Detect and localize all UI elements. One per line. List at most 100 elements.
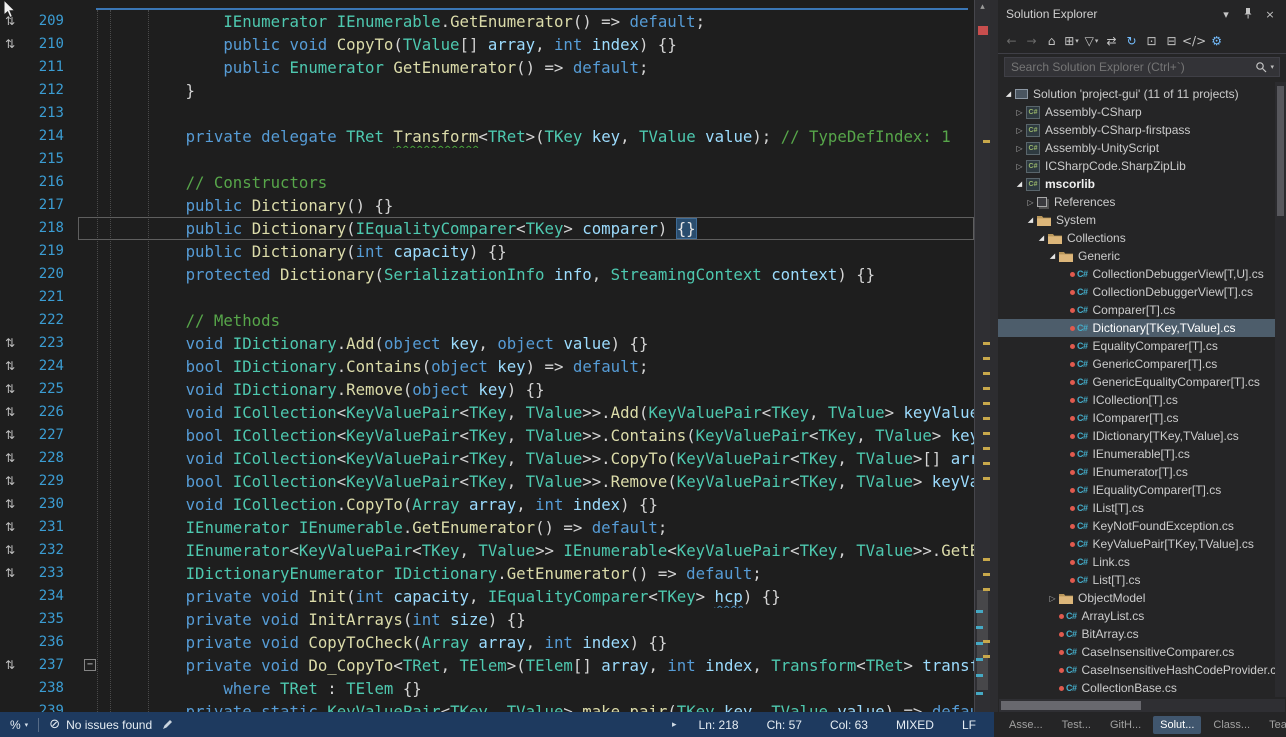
tree-horizontal-scrollbar[interactable] — [999, 699, 1285, 712]
implements-glyph-icon[interactable]: ⇅ — [0, 401, 20, 424]
line-text[interactable] — [78, 102, 974, 125]
tree-item[interactable]: C#BitArray.cs — [998, 625, 1286, 643]
eol-indicator[interactable]: LF — [962, 718, 976, 732]
column-indicator[interactable]: Col: 63 — [830, 718, 868, 732]
tree-item[interactable]: C#CaseInsensitiveHashCodeProvider.cs — [998, 661, 1286, 679]
tree-item[interactable]: ◢Solution 'project-gui' (11 of 11 projec… — [998, 85, 1286, 103]
tree-item[interactable]: ▷C#ICSharpCode.SharpZipLib — [998, 157, 1286, 175]
tree-expander-icon[interactable]: ▷ — [1013, 126, 1026, 135]
switch-views-icon[interactable]: ⊞▾ — [1062, 31, 1081, 51]
code-pane[interactable]: ⇅209 IEnumerator IEnumerable.GetEnumerat… — [0, 0, 974, 712]
line-text[interactable]: public Dictionary(int capacity) {} — [78, 240, 974, 263]
line-text[interactable]: private void CopyToCheck(Array array, in… — [78, 631, 974, 654]
tree-horizontal-thumb[interactable] — [1001, 701, 1141, 710]
view-code-icon[interactable]: </> — [1182, 31, 1206, 51]
tree-expander-icon[interactable]: ▷ — [1013, 144, 1026, 153]
code-line[interactable]: ⇅225 void IDictionary.Remove(object key)… — [0, 378, 974, 401]
implements-glyph-icon[interactable]: ⇅ — [0, 424, 20, 447]
line-text[interactable]: private void Init(int capacity, IEqualit… — [78, 585, 974, 608]
search-box[interactable]: ▾ — [1004, 57, 1280, 77]
tree-item[interactable]: C#KeyNotFoundException.cs — [998, 517, 1286, 535]
tree-expander-icon[interactable]: ▷ — [1046, 594, 1059, 603]
tree-item[interactable]: ◢System — [998, 211, 1286, 229]
zoom-control[interactable]: % ▾ — [10, 718, 28, 732]
code-line[interactable]: 238 where TRet : TElem {} — [0, 677, 974, 700]
tree-item[interactable]: C#Link.cs — [998, 553, 1286, 571]
code-line[interactable]: 221 — [0, 286, 974, 309]
line-text[interactable]: bool IDictionary.Contains(object key) =>… — [78, 355, 974, 378]
tree-expander-icon[interactable]: ◢ — [1035, 234, 1048, 242]
code-line[interactable]: ⇅209 IEnumerator IEnumerable.GetEnumerat… — [0, 10, 974, 33]
pin-icon[interactable] — [1240, 7, 1256, 22]
close-icon[interactable]: × — [1262, 8, 1278, 21]
status-expander-icon[interactable]: ▸ — [672, 720, 677, 730]
implements-glyph-icon[interactable]: ⇅ — [0, 539, 20, 562]
line-text[interactable]: IEnumerator<KeyValuePair<TKey, TValue>> … — [78, 539, 974, 562]
tree-item[interactable]: C#GenericEqualityComparer[T].cs — [998, 373, 1286, 391]
code-line[interactable]: 222 // Methods — [0, 309, 974, 332]
line-text[interactable]: void ICollection.CopyTo(Array array, int… — [78, 493, 974, 516]
tool-tab-class[interactable]: Class... — [1206, 716, 1257, 734]
tree-item[interactable]: C#CollectionDebuggerView[T].cs — [998, 283, 1286, 301]
line-text[interactable]: public Dictionary() {} — [78, 194, 974, 217]
line-text[interactable]: private delegate TRet Transform<TRet>(TK… — [78, 125, 974, 148]
panel-splitter[interactable] — [990, 0, 998, 712]
code-line[interactable]: 234 private void Init(int capacity, IEqu… — [0, 585, 974, 608]
line-text[interactable] — [78, 148, 974, 171]
tree-item[interactable]: C#IComparer[T].cs — [998, 409, 1286, 427]
line-text[interactable]: public void CopyTo(TValue[] array, int i… — [78, 33, 974, 56]
line-text[interactable]: − private void Do_CopyTo<TRet, TElem>(TE… — [78, 654, 974, 677]
tree-item[interactable]: ▷C#Assembly-UnityScript — [998, 139, 1286, 157]
tool-tab-gith[interactable]: GitH... — [1103, 716, 1148, 734]
scroll-up-icon[interactable]: ▴ — [975, 2, 990, 12]
tree-item[interactable]: ▷C#Assembly-CSharp — [998, 103, 1286, 121]
tree-expander-icon[interactable]: ◢ — [1002, 90, 1015, 98]
tree-expander-icon[interactable]: ▷ — [1013, 108, 1026, 117]
code-line[interactable]: ⇅227 bool ICollection<KeyValuePair<TKey,… — [0, 424, 974, 447]
code-line[interactable]: ⇅237− private void Do_CopyTo<TRet, TElem… — [0, 654, 974, 677]
tree-item[interactable]: ▷References — [998, 193, 1286, 211]
tree-expander-icon[interactable]: ◢ — [1013, 180, 1026, 188]
fold-collapse-box[interactable]: − — [84, 659, 96, 671]
line-text[interactable]: void ICollection<KeyValuePair<TKey, TVal… — [78, 447, 974, 470]
tree-item[interactable]: C#List[T].cs — [998, 571, 1286, 589]
line-text[interactable]: private static KeyValuePair<TKey, TValue… — [78, 700, 974, 712]
tree-item[interactable]: C#ArrayList.cs — [998, 607, 1286, 625]
code-line[interactable]: 213 — [0, 102, 974, 125]
implements-glyph-icon[interactable]: ⇅ — [0, 493, 20, 516]
home-icon[interactable]: ⌂ — [1042, 31, 1061, 51]
code-line[interactable]: ⇅229 bool ICollection<KeyValuePair<TKey,… — [0, 470, 974, 493]
code-line[interactable]: 236 private void CopyToCheck(Array array… — [0, 631, 974, 654]
tool-tab-solut[interactable]: Solut... — [1153, 716, 1201, 734]
tool-tab-tea[interactable]: Tea... — [1262, 716, 1286, 734]
code-line[interactable]: 211 public Enumerator GetEnumerator() =>… — [0, 56, 974, 79]
code-line[interactable]: ⇅226 void ICollection<KeyValuePair<TKey,… — [0, 401, 974, 424]
nav-forward-icon[interactable]: → — [1022, 31, 1041, 51]
line-text[interactable]: void IDictionary.Add(object key, object … — [78, 332, 974, 355]
code-line[interactable]: 212 } — [0, 79, 974, 102]
search-icon[interactable]: ▾ — [1255, 61, 1279, 73]
line-text[interactable]: // Constructors — [78, 171, 974, 194]
code-line[interactable]: ⇅210 public void CopyTo(TValue[] array, … — [0, 33, 974, 56]
window-menu-icon[interactable]: ▾ — [1218, 8, 1234, 21]
implements-glyph-icon[interactable]: ⇅ — [0, 562, 20, 585]
tree-item[interactable]: ▷ObjectModel — [998, 589, 1286, 607]
tree-expander-icon[interactable]: ▷ — [1024, 198, 1037, 207]
line-text[interactable]: IEnumerator IEnumerable.GetEnumerator() … — [78, 10, 974, 33]
tree-item[interactable]: C#ICollection[T].cs — [998, 391, 1286, 409]
implements-glyph-icon[interactable]: ⇅ — [0, 470, 20, 493]
show-all-files-icon[interactable]: ⊡ — [1142, 31, 1161, 51]
code-line[interactable]: 217 public Dictionary() {} — [0, 194, 974, 217]
collapse-all-icon[interactable]: ⊟ — [1162, 31, 1181, 51]
tool-tab-asse[interactable]: Asse... — [1002, 716, 1050, 734]
tree-item[interactable]: C#CollectionDebuggerView[T,U].cs — [998, 265, 1286, 283]
line-text[interactable]: bool ICollection<KeyValuePair<TKey, TVal… — [78, 470, 974, 493]
tree-item[interactable]: ◢Collections — [998, 229, 1286, 247]
code-line[interactable]: ⇅231 IEnumerator IEnumerable.GetEnumerat… — [0, 516, 974, 539]
code-line[interactable]: 214 private delegate TRet Transform<TRet… — [0, 125, 974, 148]
line-text[interactable]: bool ICollection<KeyValuePair<TKey, TVal… — [78, 424, 974, 447]
tree-item[interactable]: C#Dictionary[TKey,TValue].cs — [998, 319, 1286, 337]
sync-active-document-icon[interactable]: ⇄ — [1102, 31, 1121, 51]
char-indicator[interactable]: Ch: 57 — [767, 718, 802, 732]
tree-item[interactable]: C#IList[T].cs — [998, 499, 1286, 517]
